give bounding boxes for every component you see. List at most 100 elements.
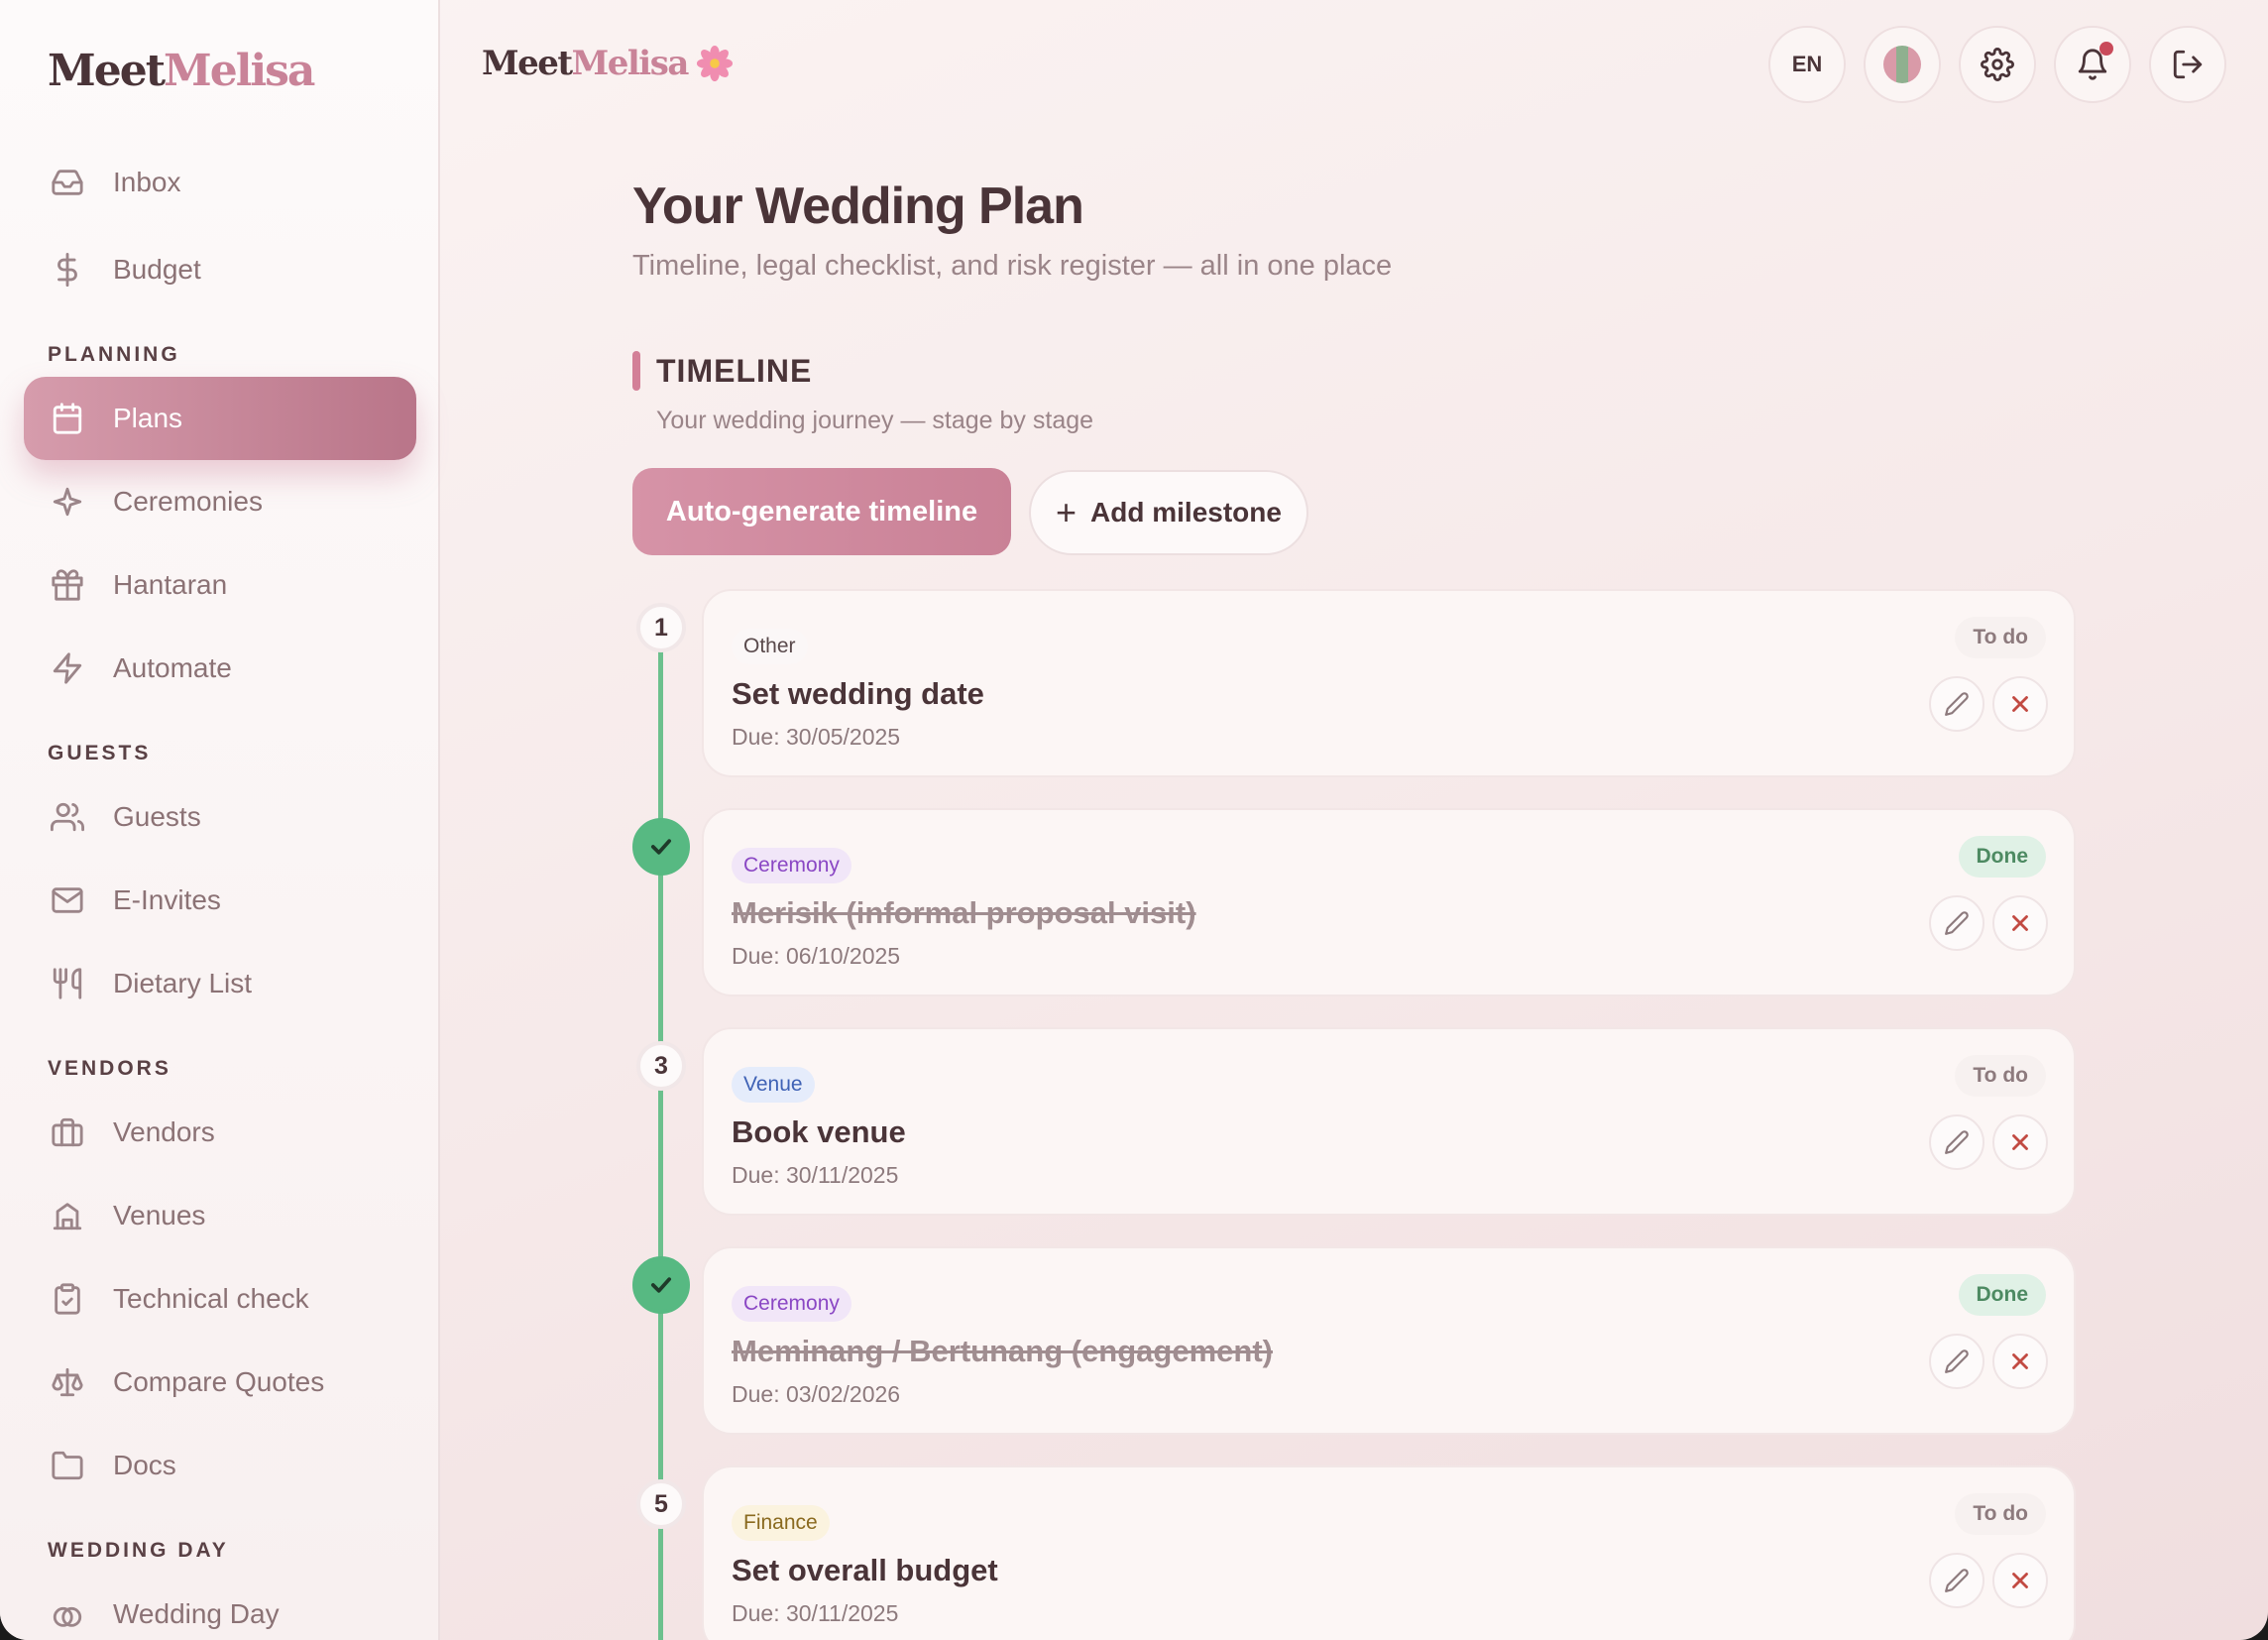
category-tag: Finance [732, 1505, 830, 1541]
pencil-icon [1945, 1349, 1969, 1373]
section-label-wedding-day: WEDDING DAY [48, 1539, 229, 1562]
notifications-button[interactable] [2054, 26, 2131, 103]
sidebar-item-docs[interactable]: Docs [24, 1424, 416, 1507]
milestone-card[interactable]: Other Set wedding date Due: 30/05/2025 T… [702, 589, 2076, 777]
language-label: EN [1791, 52, 1823, 76]
milestone-card[interactable]: Finance Set overall budget Due: 30/11/20… [702, 1465, 2076, 1640]
milestone-card[interactable]: Ceremony Meminang / Bertunang (engagemen… [702, 1246, 2076, 1435]
category-tag: Ceremony [732, 1286, 851, 1322]
sidebar-item-label: E-Invites [113, 884, 221, 915]
milestone-due-date: Due: 30/11/2025 [732, 1162, 899, 1188]
delete-milestone-button[interactable] [1992, 1553, 2048, 1608]
status-badge[interactable]: To do [1955, 617, 2046, 658]
palette-swatch-icon [1883, 46, 1921, 83]
flower-icon [696, 45, 733, 82]
auto-generate-label: Auto-generate timeline [665, 495, 978, 527]
status-badge[interactable]: To do [1955, 1055, 2046, 1097]
clipboard-check-icon [48, 1279, 87, 1319]
milestone-card[interactable]: Ceremony Merisik (informal proposal visi… [702, 808, 2076, 996]
theme-button[interactable] [1864, 26, 1941, 103]
add-milestone-button[interactable]: + Add milestone [1029, 470, 1308, 555]
sidebar-item-technical-check[interactable]: Technical check [24, 1257, 416, 1341]
sidebar-item-ceremonies[interactable]: Ceremonies [24, 460, 416, 543]
status-badge[interactable]: Done [1958, 1274, 2046, 1316]
header-brand-part-1: Meet [482, 44, 573, 83]
sidebar-item-e-invites[interactable]: E-Invites [24, 859, 416, 942]
scale-icon [48, 1362, 87, 1402]
sidebar-item-label: Plans [113, 403, 183, 433]
sidebar-item-compare-quotes[interactable]: Compare Quotes [24, 1341, 416, 1424]
sidebar-item-guests[interactable]: Guests [24, 775, 416, 859]
brand-logo[interactable]: MeetMelisa [48, 46, 315, 96]
timeline-subtitle: Your wedding journey — stage by stage [656, 407, 1094, 434]
sparkle-icon [48, 482, 87, 522]
edit-milestone-button[interactable] [1929, 676, 1984, 732]
sidebar-item-label: Budget [113, 254, 201, 285]
section-label-vendors: VENDORS [48, 1057, 171, 1080]
delete-milestone-button[interactable] [1992, 895, 2048, 951]
sidebar-item-hantaran[interactable]: Hantaran [24, 543, 416, 627]
delete-milestone-button[interactable] [1992, 1114, 2048, 1170]
sidebar-item-plans[interactable]: Plans [24, 377, 416, 460]
status-badge[interactable]: Done [1958, 836, 2046, 878]
sidebar-item-label: Inbox [113, 167, 181, 197]
sidebar: MeetMelisa Inbox Budget PLANNING Plans C… [0, 0, 440, 1640]
timeline-heading: TIMELINE [656, 353, 813, 389]
auto-generate-timeline-button[interactable]: Auto-generate timeline [632, 468, 1011, 555]
milestone-due-date: Due: 03/02/2026 [732, 1381, 901, 1407]
close-icon [2012, 915, 2028, 931]
briefcase-icon [48, 1113, 87, 1152]
sidebar-item-dietary-list[interactable]: Dietary List [24, 942, 416, 1025]
sidebar-item-label: Technical check [113, 1283, 309, 1314]
milestone-title: Book venue [732, 1114, 906, 1149]
timeline-step-number: 3 [636, 1041, 686, 1091]
mail-icon [48, 880, 87, 920]
utensils-icon [48, 964, 87, 1003]
sidebar-item-budget[interactable]: Budget [24, 228, 416, 311]
pencil-icon [1945, 1130, 1969, 1154]
sidebar-item-inbox[interactable]: Inbox [24, 141, 416, 224]
close-icon [2012, 1573, 2028, 1588]
page-subtitle: Timeline, legal checklist, and risk regi… [632, 250, 1393, 282]
edit-milestone-button[interactable] [1929, 895, 1984, 951]
plus-icon: + [1056, 492, 1077, 532]
sidebar-item-label: Venues [113, 1200, 206, 1230]
delete-milestone-button[interactable] [1992, 1334, 2048, 1389]
header-brand[interactable]: Meet Melisa [482, 44, 734, 83]
timeline-step-check [632, 818, 690, 876]
close-icon [2012, 1134, 2028, 1150]
sidebar-item-venues[interactable]: Venues [24, 1174, 416, 1257]
timeline-step-number: 1 [636, 603, 686, 652]
sidebar-item-automate[interactable]: Automate [24, 627, 416, 710]
edit-milestone-button[interactable] [1929, 1114, 1984, 1170]
dollar-icon [48, 250, 87, 290]
inbox-icon [48, 163, 87, 202]
milestone-title: Set overall budget [732, 1553, 998, 1587]
timeline-step-number: 5 [636, 1479, 686, 1529]
milestone-title: Set wedding date [732, 676, 984, 711]
milestone-card[interactable]: Venue Book venue Due: 30/11/2025 To do [702, 1027, 2076, 1216]
edit-milestone-button[interactable] [1929, 1334, 1984, 1389]
logout-button[interactable] [2149, 26, 2226, 103]
section-accent-bar [632, 351, 640, 391]
sidebar-item-vendors[interactable]: Vendors [24, 1091, 416, 1174]
sidebar-item-label: Docs [113, 1450, 176, 1480]
milestone-title: Merisik (informal proposal visit) [732, 895, 1196, 930]
rings-icon [48, 1594, 87, 1634]
settings-button[interactable] [1959, 26, 2036, 103]
milestone-title: Meminang / Bertunang (engagement) [732, 1334, 1273, 1368]
category-tag: Other [732, 629, 808, 664]
delete-milestone-button[interactable] [1992, 676, 2048, 732]
sidebar-item-label: Automate [113, 652, 232, 683]
app-window: MeetMelisa Inbox Budget PLANNING Plans C… [0, 0, 2268, 1640]
section-label-planning: PLANNING [48, 343, 180, 366]
check-icon [650, 1277, 672, 1293]
close-icon [2012, 1353, 2028, 1369]
sidebar-item-wedding-day[interactable]: Wedding Day [24, 1573, 416, 1640]
gift-icon [48, 565, 87, 605]
language-button[interactable]: EN [1768, 26, 1846, 103]
notification-dot [2099, 42, 2113, 56]
status-badge[interactable]: To do [1955, 1493, 2046, 1535]
header-brand-part-2: Melisa [571, 44, 690, 83]
edit-milestone-button[interactable] [1929, 1553, 1984, 1608]
